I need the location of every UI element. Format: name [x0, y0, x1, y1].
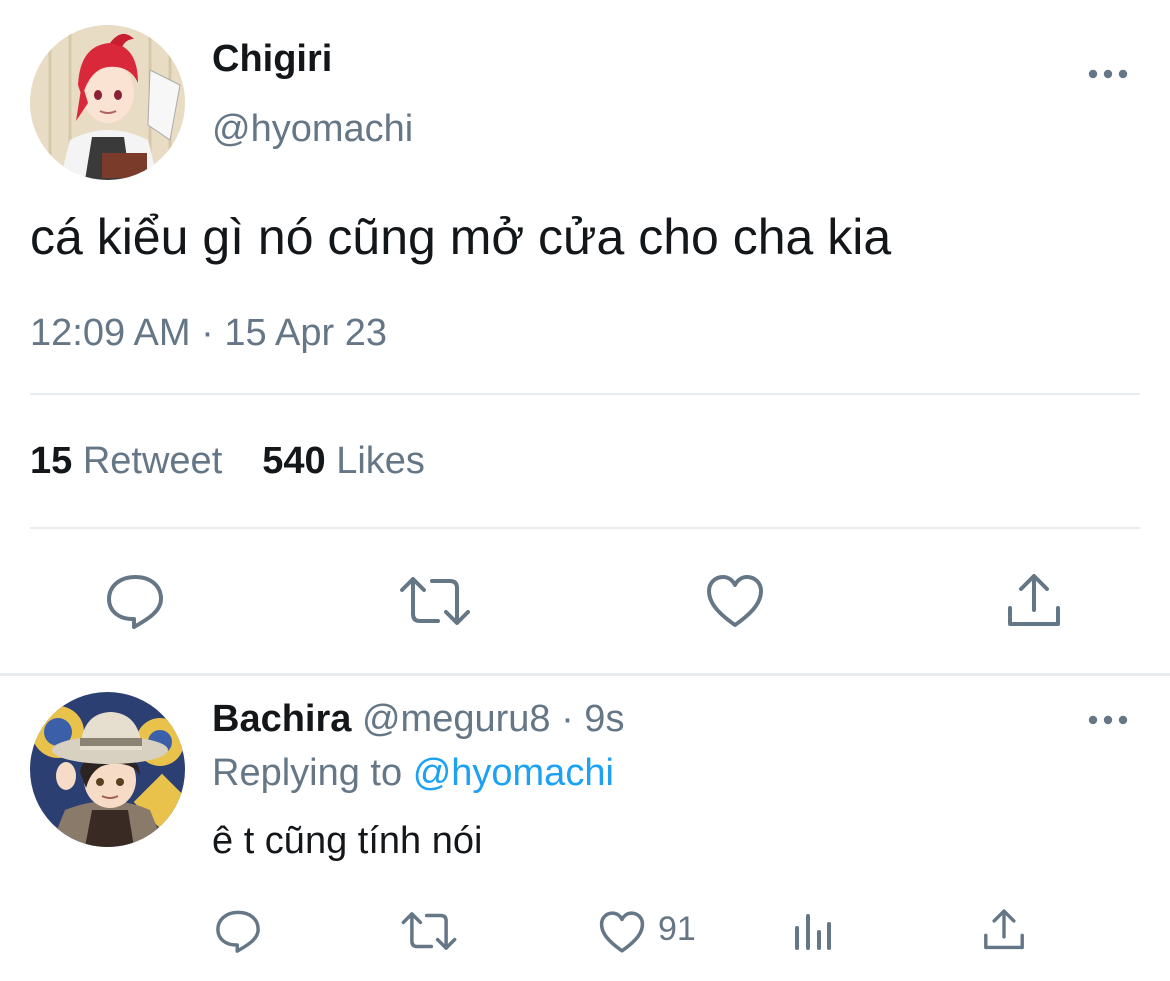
retweet-icon[interactable]: [398, 574, 472, 628]
reply-header: Bachira @meguru8 · 9s: [212, 698, 624, 741]
more-options-icon[interactable]: [1086, 52, 1130, 96]
reply-icon[interactable]: [214, 908, 262, 954]
tweet-timestamp[interactable]: 12:09 AM · 15 Apr 23: [30, 312, 387, 355]
retweet-stat[interactable]: 15 Retweet: [30, 440, 222, 482]
like-icon[interactable]: [705, 573, 765, 629]
replying-to-handle[interactable]: @hyomachi: [413, 752, 614, 794]
reply-time[interactable]: · 9s: [561, 698, 624, 740]
retweet-label: Retweet: [82, 440, 223, 482]
author-handle[interactable]: @hyomachi: [212, 108, 413, 151]
like-icon[interactable]: [598, 910, 646, 954]
tweet-text: cá kiểu gì nó cũng mở cửa cho cha kia: [30, 209, 892, 265]
section-divider: [0, 673, 1170, 676]
replying-to-label: Replying to: [212, 752, 403, 794]
author-name[interactable]: Chigiri: [212, 38, 332, 81]
avatar[interactable]: [30, 25, 185, 180]
reply-icon[interactable]: [104, 572, 166, 630]
more-options-icon[interactable]: [1086, 698, 1130, 742]
share-icon[interactable]: [982, 908, 1026, 952]
divider: [30, 527, 1140, 529]
like-count: 540: [262, 440, 326, 482]
likes-label: Likes: [336, 440, 425, 482]
anime-avatar-hat-icon: [30, 692, 185, 847]
avatar[interactable]: [30, 692, 185, 847]
divider: [30, 393, 1140, 395]
retweet-icon[interactable]: [400, 910, 458, 952]
replying-to: Replying to @hyomachi: [212, 752, 614, 795]
tweet-stats: 15 Retweet 540 Likes: [30, 440, 425, 483]
share-icon[interactable]: [1005, 572, 1063, 630]
anime-avatar-red-hair-icon: [30, 25, 185, 180]
reply-text: ê t cũng tính nói: [212, 820, 483, 862]
reply-author-handle[interactable]: @meguru8: [362, 698, 551, 740]
likes-stat[interactable]: 540 Likes: [262, 440, 425, 482]
reply-like-count: 91: [658, 910, 696, 948]
retweet-count: 15: [30, 440, 73, 482]
reply-author-name[interactable]: Bachira: [212, 698, 351, 740]
analytics-icon[interactable]: [792, 910, 834, 952]
